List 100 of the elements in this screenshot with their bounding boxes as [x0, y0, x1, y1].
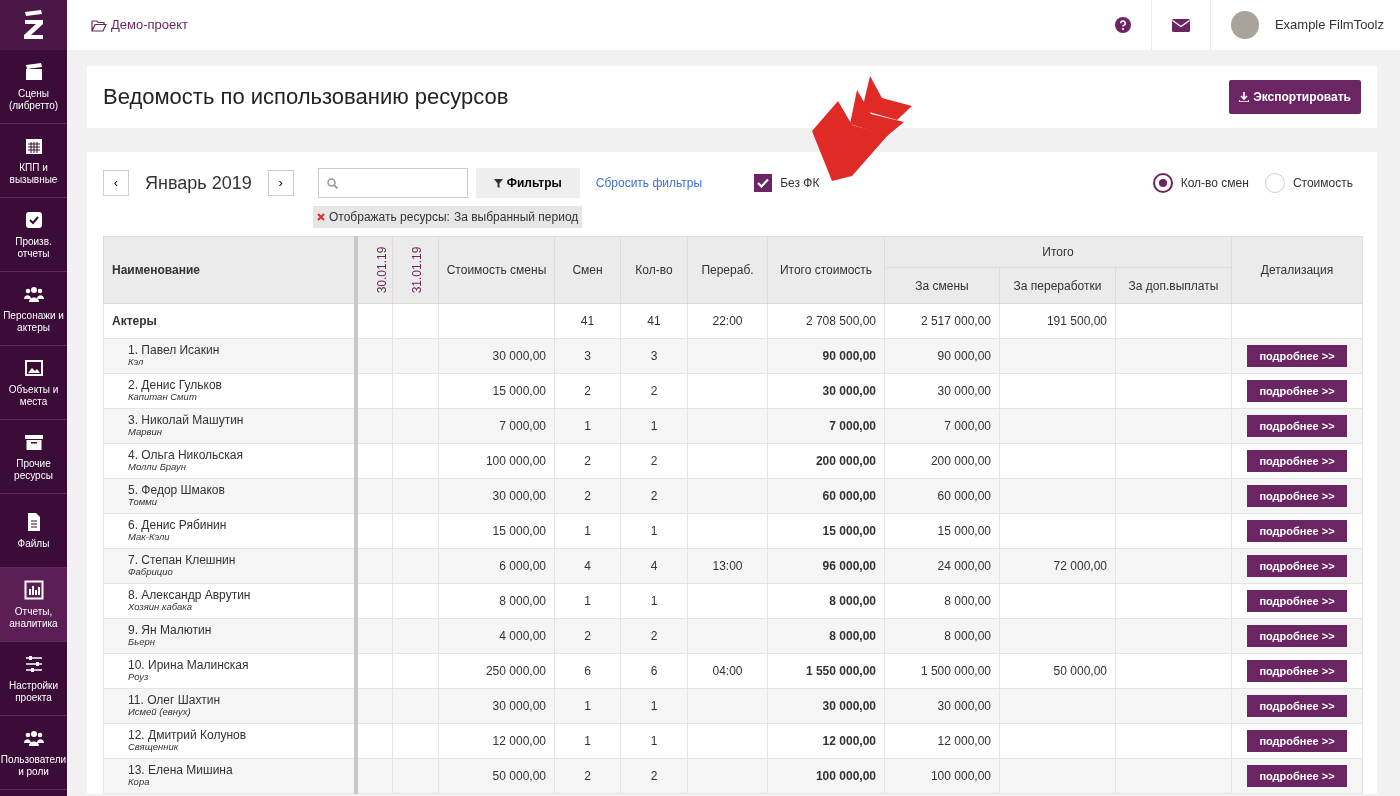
- table-cell: 1: [584, 419, 591, 433]
- table-cell: 2: [584, 769, 591, 783]
- table-cell: 1: [584, 594, 591, 608]
- page-title: Ведомость по использованию ресурсов: [103, 83, 509, 111]
- sidebar-item[interactable]: Объекты и места: [0, 346, 67, 420]
- table-cell: 90 000,00: [937, 349, 991, 363]
- sidebar-item[interactable]: Настройки проекта: [0, 642, 67, 716]
- radio-label: Стоимость: [1292, 175, 1353, 192]
- table-cell: 2 517 000,00: [920, 314, 991, 328]
- table-cell: 2: [584, 489, 591, 503]
- group-name: Актеры: [112, 314, 157, 328]
- previous-month-button[interactable]: ‹: [103, 170, 129, 196]
- table-cell: 7 000,00: [829, 419, 876, 433]
- role-name: Бьерн: [128, 637, 156, 649]
- table-cell: 15 000,00: [492, 524, 546, 538]
- sidebar-item[interactable]: Сцены (либретто): [0, 50, 67, 124]
- details-button[interactable]: подробнее >>: [1247, 659, 1347, 683]
- actor-name: 3. Николай Машутин: [128, 413, 245, 428]
- table-cell: 8 000,00: [829, 629, 876, 643]
- logo-icon[interactable]: [21, 10, 46, 40]
- mail-icon[interactable]: [1171, 18, 1190, 32]
- project-link[interactable]: Демо-проект: [67, 15, 189, 35]
- details-button[interactable]: подробнее >>: [1247, 554, 1347, 578]
- clapperboard-icon: [23, 62, 44, 82]
- column-header: За смены: [884, 267, 1000, 304]
- table-cell: 72 000,00: [1053, 559, 1107, 573]
- details-button[interactable]: подробнее >>: [1247, 519, 1347, 543]
- table-cell: 90 000,00: [822, 349, 876, 363]
- month-label: Январь 2019: [145, 171, 252, 195]
- checkbox-icon: [23, 210, 44, 230]
- table-cell: 13:00: [712, 559, 743, 573]
- reset-filters-link[interactable]: Сбросить фильтры: [595, 174, 703, 192]
- radio-button[interactable]: [1152, 173, 1173, 193]
- table-cell: 15 000,00: [492, 384, 546, 398]
- table-cell: 12 000,00: [492, 734, 546, 748]
- sliders-icon: [23, 654, 44, 674]
- table-cell: 2: [584, 384, 591, 398]
- details-button[interactable]: подробнее >>: [1247, 414, 1347, 438]
- column-header: Итого: [884, 236, 1232, 268]
- actor-name: 6. Денис Рябинин: [128, 518, 228, 533]
- help-icon[interactable]: [1114, 17, 1131, 33]
- role-name: Капитан Смит: [128, 392, 197, 404]
- details-button[interactable]: подробнее >>: [1247, 694, 1347, 718]
- calendar-icon: [23, 136, 44, 156]
- role-name: Томми: [128, 497, 158, 509]
- actor-name: 11. Олег Шахтин: [128, 693, 222, 708]
- table-cell: 30 000,00: [937, 699, 991, 713]
- table-cell: 30 000,00: [492, 699, 546, 713]
- actor-name: 10. Ирина Малинская: [128, 658, 250, 673]
- actor-name: 5. Федор Шмаков: [128, 483, 226, 498]
- actor-name: 7. Степан Клешнин: [128, 553, 237, 568]
- radio-label: Кол-во смен: [1180, 175, 1249, 192]
- column-header: Наименование: [103, 236, 356, 304]
- details-button[interactable]: подробнее >>: [1247, 729, 1347, 753]
- table-cell: 3: [650, 349, 658, 363]
- search-field[interactable]: [317, 168, 468, 198]
- actor-name: 4. Ольга Никольская: [128, 448, 245, 463]
- table-cell: 96 000,00: [822, 559, 876, 573]
- next-month-button[interactable]: ›: [267, 170, 294, 196]
- column-header: Стоимость смены: [438, 236, 555, 304]
- role-name: Священник: [128, 742, 179, 754]
- table-cell: 30 000,00: [822, 384, 876, 398]
- details-button[interactable]: подробнее >>: [1247, 344, 1347, 368]
- export-button[interactable]: Экспортировать: [1229, 80, 1361, 114]
- table-cell: 6: [584, 664, 591, 678]
- remove-icon[interactable]: [317, 213, 325, 221]
- details-button[interactable]: подробнее >>: [1247, 764, 1347, 788]
- sidebar-item[interactable]: Прочие ресурсы: [0, 420, 67, 494]
- sidebar-item[interactable]: Пользователи и роли: [0, 716, 67, 790]
- checkbox[interactable]: [754, 174, 773, 192]
- table-cell: 1: [584, 524, 591, 538]
- table-cell: 2: [650, 384, 658, 398]
- date-header: 31.01.19: [409, 246, 426, 294]
- table-cell: 15 000,00: [822, 524, 876, 538]
- table-cell: 100 000,00: [485, 454, 546, 468]
- table-cell: 1: [650, 524, 658, 538]
- details-button[interactable]: подробнее >>: [1247, 589, 1347, 613]
- details-button[interactable]: подробнее >>: [1247, 449, 1347, 473]
- table-cell: 100 000,00: [930, 769, 991, 783]
- sidebar-item[interactable]: КПП и вызывные: [0, 124, 67, 198]
- filter-tag-value: За выбранный период: [453, 209, 579, 226]
- sidebar-item[interactable]: Персонажи и актеры: [0, 272, 67, 346]
- table-cell: 15 000,00: [937, 524, 991, 538]
- table-cell: 1: [650, 419, 658, 433]
- details-button[interactable]: подробнее >>: [1247, 484, 1347, 508]
- picture-icon: [23, 358, 44, 378]
- table-cell: 7 000,00: [499, 419, 546, 433]
- table-cell: 4: [584, 559, 591, 573]
- table-cell: 6 000,00: [499, 559, 546, 573]
- table-cell: 50 000,00: [492, 769, 546, 783]
- filters-button[interactable]: Фильтры: [475, 168, 580, 198]
- details-button[interactable]: подробнее >>: [1247, 624, 1347, 648]
- user-name[interactable]: Example FilmToolz: [1274, 15, 1384, 35]
- archive-box-icon: [23, 432, 44, 452]
- table-cell: 04:00: [712, 664, 743, 678]
- actor-name: 2. Денис Гульков: [128, 378, 223, 393]
- details-button[interactable]: подробнее >>: [1247, 379, 1347, 403]
- sidebar-item[interactable]: Отчеты, аналитика: [0, 568, 67, 642]
- role-name: Мак-Кэли: [128, 532, 170, 544]
- sidebar-item[interactable]: Произв. отчеты: [0, 198, 67, 272]
